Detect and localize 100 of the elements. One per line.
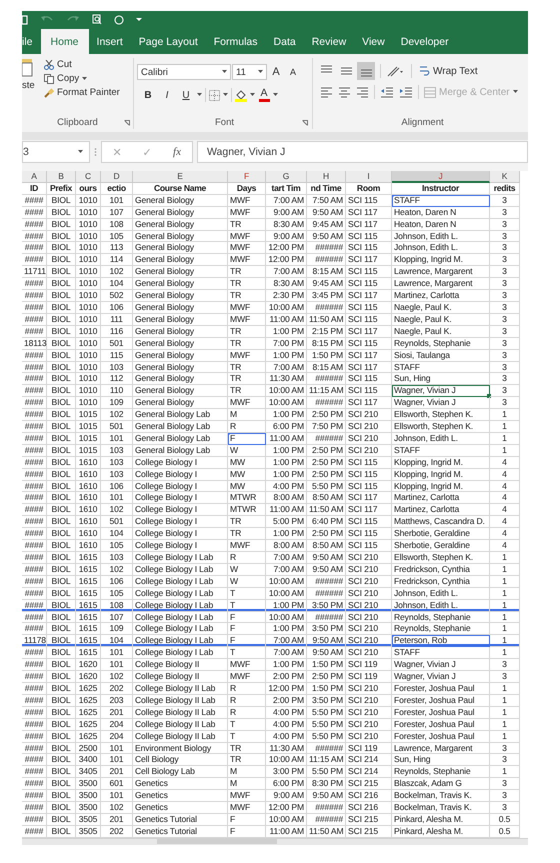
ribbon-tab[interactable]: Formulas: [206, 32, 266, 54]
column-header[interactable]: H: [307, 171, 346, 183]
copy-button[interactable]: Copy: [44, 73, 80, 84]
column-header[interactable]: F: [228, 171, 266, 183]
paste-icon[interactable]: [22, 59, 33, 77]
table-cell: Heaton, Daren N: [392, 218, 490, 231]
paste-label[interactable]: ste: [22, 80, 38, 91]
column-header[interactable]: G: [266, 171, 307, 183]
bold-button[interactable]: B: [140, 87, 156, 103]
table-cell: 5:50 PM: [307, 480, 346, 492]
shrink-font-button[interactable]: A: [285, 64, 301, 80]
table-cell: Klopping, Ingrid M.: [392, 468, 490, 481]
table-cell: 1: [490, 576, 520, 588]
table-cell: 601: [101, 778, 133, 790]
column-header[interactable]: I: [346, 171, 392, 183]
underline-button[interactable]: U: [178, 87, 194, 103]
cut-button[interactable]: Cut: [44, 59, 120, 70]
table-cell: General Biology: [133, 242, 228, 254]
table-cell: SCI 216: [346, 802, 392, 814]
ribbon-tab[interactable]: Developer: [392, 32, 457, 54]
table-cell: 103: [101, 362, 133, 374]
save-icon[interactable]: [22, 14, 28, 24]
table-cell: ####: [22, 409, 47, 422]
table-cell: BIOL: [47, 706, 76, 719]
column-header[interactable]: B: [47, 171, 76, 183]
table-cell: SCI 115: [346, 516, 392, 528]
caret-icon: [197, 93, 202, 97]
ribbon-tab[interactable]: ile: [22, 32, 41, 54]
table-cell: 9:00 AM: [266, 206, 307, 219]
table-cell: 3505: [76, 814, 101, 826]
table-cell: General Biology: [133, 218, 228, 231]
table-cell: ######: [307, 576, 346, 588]
italic-button[interactable]: I: [159, 87, 175, 103]
table-cell: Genetics: [133, 802, 228, 814]
table-cell: 112: [101, 373, 133, 386]
formula-field[interactable]: Wagner, Vivian J: [197, 141, 528, 163]
table-cell: Bockelman, Travis K.: [392, 802, 490, 814]
table-cell: 7:00 AM: [266, 552, 307, 564]
table-cell: Sherbotie, Geraldine: [392, 528, 490, 540]
font-size-field[interactable]: 11: [232, 64, 267, 80]
format-painter-button[interactable]: Format Painter: [44, 87, 120, 98]
table-cell: 1010: [76, 194, 101, 207]
table-cell: SCI 210: [346, 421, 392, 433]
table-cell: ######: [307, 742, 346, 754]
table-cell: ####: [22, 528, 47, 540]
table-cell: 1010: [76, 338, 101, 350]
table-cell: MW: [228, 468, 266, 481]
orientation-icon[interactable]: [386, 65, 404, 77]
column-header[interactable]: E: [133, 171, 228, 183]
table-cell: Lawrence, Margarent: [392, 742, 490, 754]
table-cell: BIOL: [47, 612, 76, 624]
ribbon-tab[interactable]: Home: [40, 29, 89, 54]
ribbon-tab[interactable]: Insert: [88, 32, 131, 54]
ribbon-tab[interactable]: Page Layout: [130, 32, 206, 54]
column-header[interactable]: A: [22, 171, 47, 183]
align-left-icon[interactable]: [320, 86, 333, 98]
column-header[interactable]: J: [392, 171, 490, 183]
table-cell: 105: [101, 588, 133, 600]
fill-color-icon[interactable]: [235, 88, 247, 102]
table-cell: F: [228, 814, 266, 826]
table-cell: ####: [22, 576, 47, 588]
name-box[interactable]: 3: [22, 141, 90, 163]
table-cell: BIOL: [47, 421, 76, 433]
table-cell: 105: [101, 540, 133, 552]
insert-function-button[interactable]: fx: [162, 146, 192, 158]
table-cell: 10:00 AM: [266, 814, 307, 826]
table-cell: Bockelman, Travis K.: [392, 790, 490, 802]
dropdown-icon[interactable]: [136, 17, 142, 22]
wrap-text-button[interactable]: Wrap Text: [419, 65, 478, 77]
header-cell: Instructor: [392, 182, 490, 195]
column-header[interactable]: D: [101, 171, 133, 183]
table-cell: 9:45 AM: [307, 218, 346, 231]
column-header[interactable]: C: [76, 171, 101, 183]
dialog-launcher-icon[interactable]: [124, 120, 130, 126]
font-color-button[interactable]: A: [258, 87, 270, 103]
borders-icon[interactable]: [209, 90, 220, 100]
font-name-field[interactable]: Calibri: [137, 64, 231, 80]
circle-icon[interactable]: [114, 14, 124, 24]
align-right-icon[interactable]: [356, 86, 369, 98]
table-cell: SCI 210: [346, 730, 392, 742]
table-cell: 3: [490, 778, 520, 790]
grow-font-button[interactable]: A: [268, 64, 284, 80]
table-cell: SCI 115: [346, 468, 392, 481]
table-cell: BIOL: [47, 647, 76, 660]
table-cell: 4:00 PM: [266, 480, 307, 492]
column-header[interactable]: K: [490, 171, 520, 183]
align-bottom-button[interactable]: [357, 62, 375, 80]
table-cell: 10:00 AM: [266, 588, 307, 600]
ribbon-tab[interactable]: Review: [304, 32, 354, 54]
table-cell: T: [228, 647, 266, 660]
dialog-launcher-icon[interactable]: [302, 120, 308, 126]
ribbon-tab[interactable]: View: [354, 32, 393, 54]
table-cell: College Biology I: [133, 540, 228, 552]
align-center-icon[interactable]: [338, 86, 351, 98]
header-cell: Room: [346, 182, 392, 195]
print-preview-icon[interactable]: [92, 14, 102, 25]
table-cell: MWF: [228, 540, 266, 552]
decrease-indent-icon[interactable]: [380, 86, 394, 98]
increase-indent-icon[interactable]: [399, 86, 413, 98]
ribbon-tab[interactable]: Data: [266, 32, 304, 54]
